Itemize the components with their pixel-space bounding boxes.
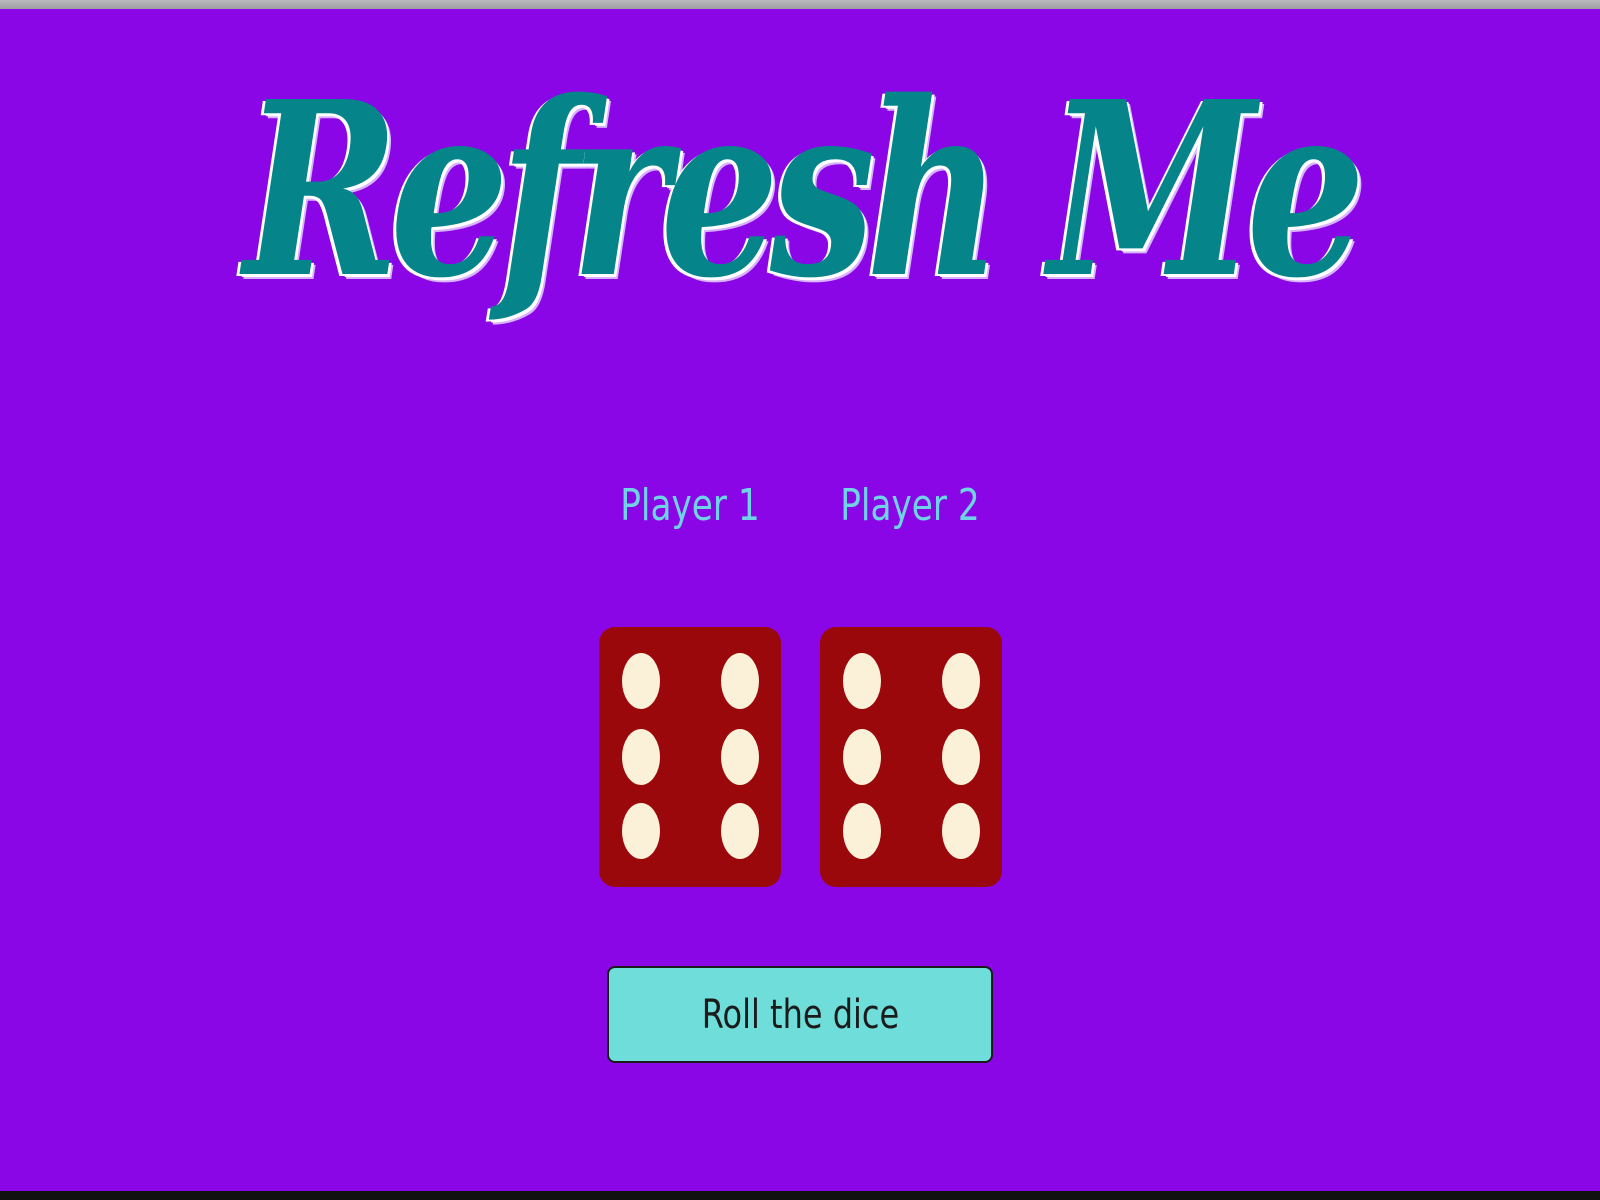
die-pip	[622, 653, 660, 709]
player-2-label: Player 2	[840, 480, 980, 531]
window-top-edge	[0, 0, 1600, 9]
die-pip	[622, 803, 660, 859]
player-1-label: Player 1	[620, 480, 760, 531]
die-pip	[942, 729, 980, 785]
roll-dice-button[interactable]: Roll the dice	[607, 966, 993, 1063]
die-pip	[843, 653, 881, 709]
die-pip	[942, 803, 980, 859]
window-bottom-edge	[0, 1191, 1600, 1200]
player-1-die	[599, 627, 781, 887]
die-pip	[942, 653, 980, 709]
die-pip	[843, 803, 881, 859]
die-pip	[622, 729, 660, 785]
player-2-die	[820, 627, 1002, 887]
die-pip	[721, 803, 759, 859]
die-pip	[843, 729, 881, 785]
die-pip	[721, 653, 759, 709]
roll-dice-button-label: Roll the dice	[701, 991, 899, 1038]
page-title: Refresh Me	[243, 49, 1366, 331]
die-pip	[721, 729, 759, 785]
